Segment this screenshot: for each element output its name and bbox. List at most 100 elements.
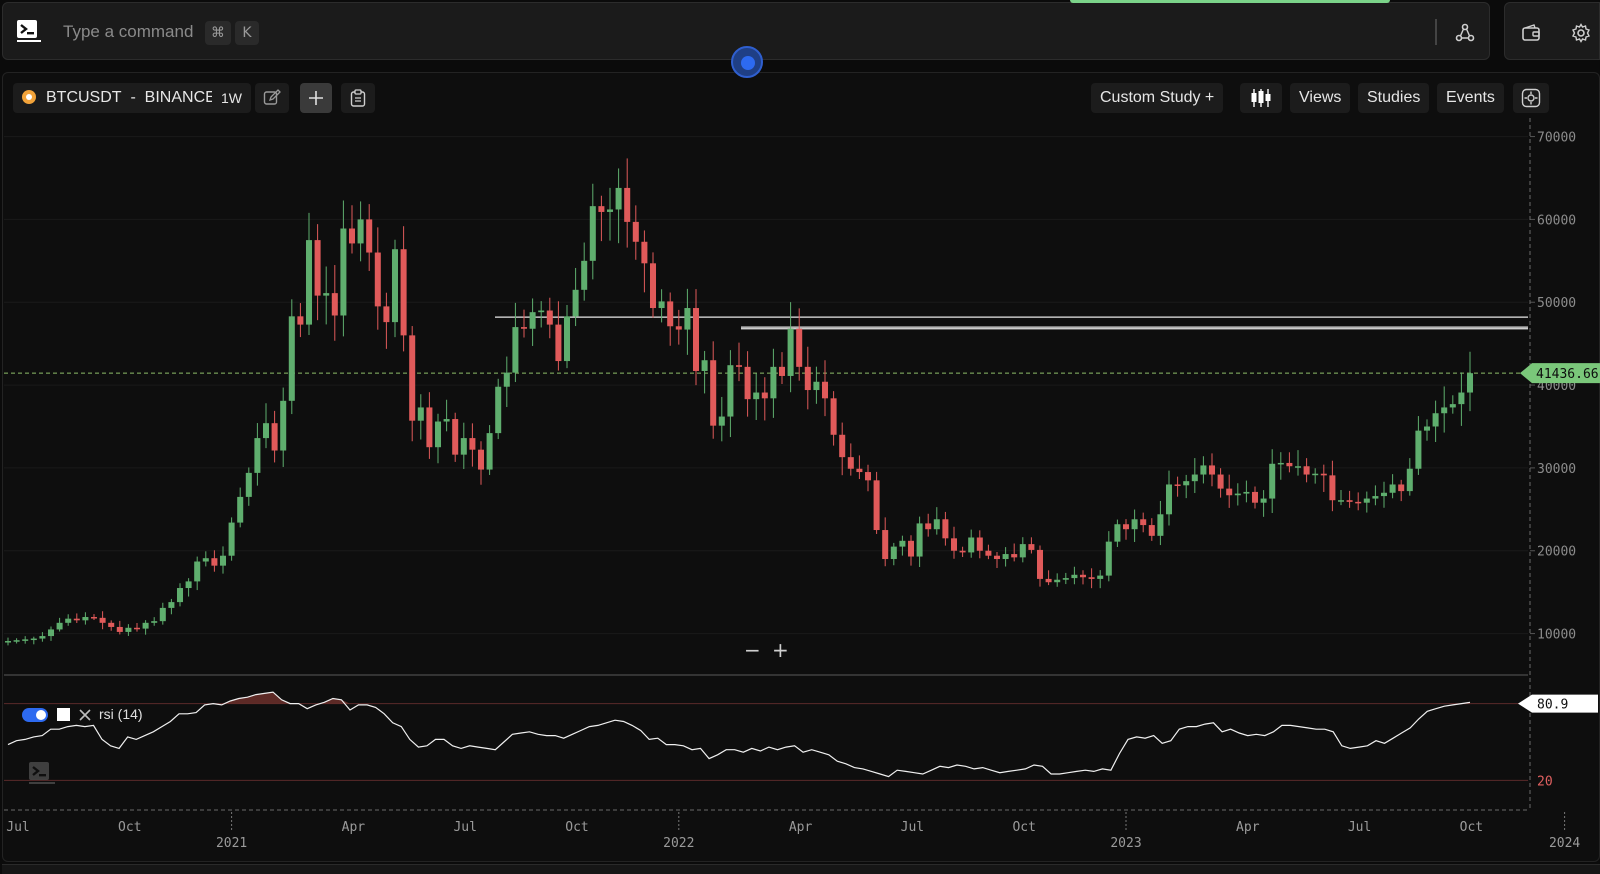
candle-down bbox=[649, 263, 657, 309]
candles bbox=[4, 158, 1474, 646]
candle-down bbox=[667, 301, 674, 327]
candle-up bbox=[47, 629, 55, 637]
close-icon[interactable] bbox=[79, 709, 91, 721]
candle-down bbox=[821, 381, 829, 399]
candle-up bbox=[1019, 544, 1026, 558]
candle-up bbox=[1114, 524, 1121, 542]
candle-down bbox=[796, 328, 803, 367]
candle-up bbox=[39, 636, 46, 639]
time-axis: Jul Oct 2021 Apr Jul Oct 2022 Apr Jul Oct 2023 Apr J… bbox=[4, 809, 1580, 851]
x-tick-label: Apr bbox=[789, 820, 813, 835]
candle-down bbox=[331, 293, 338, 316]
candle-down bbox=[847, 457, 854, 469]
candle-down bbox=[641, 241, 648, 264]
rsi-label: rsi (14) bbox=[99, 706, 143, 722]
candle-down bbox=[409, 335, 416, 421]
candle-down bbox=[1303, 466, 1310, 475]
candle-up bbox=[1380, 492, 1388, 497]
candle-down bbox=[761, 392, 768, 399]
candle-up bbox=[125, 627, 132, 632]
candle-down bbox=[555, 324, 562, 362]
candle-up bbox=[1389, 484, 1396, 493]
horizontal-lines bbox=[4, 316, 1528, 374]
candle-down bbox=[108, 622, 115, 627]
candle-up bbox=[770, 366, 777, 399]
candle-down bbox=[1011, 554, 1018, 558]
candle-up bbox=[56, 622, 63, 630]
candle-down bbox=[1398, 484, 1405, 492]
candle-up bbox=[512, 327, 519, 373]
candle-up bbox=[1406, 468, 1413, 492]
rsi-overbought-fill bbox=[221, 692, 1471, 704]
candle-down bbox=[735, 365, 743, 367]
candle-up bbox=[1312, 473, 1319, 476]
candle-down bbox=[985, 550, 992, 556]
candle-up bbox=[434, 421, 442, 448]
candle-down bbox=[873, 480, 880, 531]
rsi-level-label: 20 bbox=[1537, 774, 1553, 789]
candle-up bbox=[4, 641, 12, 643]
candle-down bbox=[1286, 462, 1293, 467]
candle-down bbox=[830, 398, 837, 435]
candle-down bbox=[993, 555, 1001, 560]
candle-down bbox=[632, 221, 639, 242]
candle-up bbox=[159, 607, 166, 622]
candle-up bbox=[787, 328, 794, 376]
zoom-out-button[interactable]: − bbox=[744, 638, 761, 662]
candle-down bbox=[1251, 491, 1259, 503]
drag-handle[interactable] bbox=[731, 46, 763, 78]
candle-down bbox=[314, 240, 321, 296]
candle-down bbox=[73, 618, 80, 621]
candle-up bbox=[1002, 554, 1009, 560]
candle-up bbox=[572, 289, 579, 317]
candle-up bbox=[606, 209, 614, 212]
candle-down bbox=[1088, 577, 1095, 579]
candle-up bbox=[219, 555, 227, 566]
candle-up bbox=[1200, 465, 1207, 475]
candle-up bbox=[237, 496, 244, 523]
price-chart[interactable]: 1000020000300004000050000600007000041436… bbox=[0, 0, 1600, 874]
candle-up bbox=[1062, 578, 1069, 580]
candle-down bbox=[710, 360, 717, 426]
x-tick-label: Oct bbox=[565, 820, 588, 835]
candle-down bbox=[598, 206, 605, 212]
candle-up bbox=[1097, 575, 1104, 579]
candle-up bbox=[168, 602, 175, 608]
candle-down bbox=[1122, 524, 1130, 530]
candle-down bbox=[297, 316, 304, 325]
candle-up bbox=[460, 438, 467, 455]
candle-down bbox=[469, 438, 476, 450]
candle-down bbox=[99, 617, 106, 623]
candle-up bbox=[968, 537, 975, 553]
candle-down bbox=[426, 407, 433, 448]
candle-down bbox=[804, 366, 811, 391]
candle-down bbox=[546, 310, 553, 325]
candle-down bbox=[1217, 474, 1224, 489]
x-tick-label: Jul bbox=[6, 820, 29, 835]
candle-up bbox=[391, 249, 399, 323]
x-tick-label: Apr bbox=[1236, 820, 1260, 835]
rsi-toggle[interactable] bbox=[22, 708, 48, 722]
candle-up bbox=[357, 219, 364, 244]
candle-up bbox=[202, 558, 209, 562]
y-tick-label: 10000 bbox=[1537, 628, 1576, 643]
x-tick-label: Jul bbox=[453, 820, 476, 835]
x-tick-label: Jul bbox=[901, 820, 924, 835]
candle-down bbox=[976, 537, 983, 551]
candle-down bbox=[856, 468, 863, 473]
candle-down bbox=[907, 540, 915, 557]
zoom-in-button[interactable]: + bbox=[772, 638, 789, 662]
candle-up bbox=[151, 621, 158, 623]
candle-down bbox=[348, 228, 356, 244]
candle-up bbox=[658, 301, 665, 309]
x-tick-label: 2024 bbox=[1549, 836, 1580, 851]
watermark-terminal-icon bbox=[29, 762, 55, 784]
x-tick-label: 2023 bbox=[1110, 836, 1141, 851]
candle-up bbox=[1337, 500, 1345, 502]
candle-up bbox=[228, 522, 235, 556]
rsi-color-swatch[interactable] bbox=[57, 708, 70, 721]
rsi-line bbox=[7, 691, 1471, 778]
candle-down bbox=[675, 326, 682, 330]
bottom-bar bbox=[2, 864, 1600, 874]
candle-up bbox=[323, 293, 330, 296]
